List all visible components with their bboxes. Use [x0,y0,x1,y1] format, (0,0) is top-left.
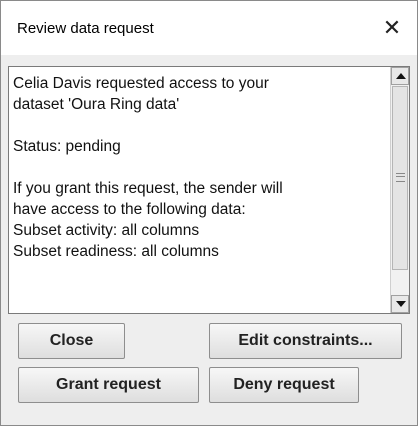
dialog-content: Celia Davis requested access to your dat… [1,55,417,425]
request-details-textarea[interactable]: Celia Davis requested access to your dat… [8,66,410,314]
grant-request-button[interactable]: Grant request [18,367,199,403]
vertical-scrollbar[interactable] [390,67,409,313]
scrollbar-grip-icon [396,173,405,182]
subset-line: Subset activity: all columns [13,222,200,239]
message-line: have access to the following data: [13,201,246,218]
dialog-title: Review data request [17,20,154,37]
status-text: Status: pending [13,138,121,155]
title-bar: Review data request ✕ [1,1,417,55]
scroll-down-arrow-icon [396,301,406,307]
scroll-up-arrow-icon [396,73,406,79]
scroll-down-button[interactable] [391,295,409,313]
edit-constraints-button[interactable]: Edit constraints... [209,323,402,359]
close-icon[interactable]: ✕ [373,11,411,45]
scroll-up-button[interactable] [391,67,409,85]
subset-line: Subset readiness: all columns [13,243,219,260]
request-details-text: Celia Davis requested access to your dat… [13,73,381,262]
deny-request-button[interactable]: Deny request [209,367,359,403]
message-line: dataset 'Oura Ring data' [13,96,180,113]
review-data-request-dialog: Review data request ✕ Celia Davis reques… [0,0,418,426]
scrollbar-thumb[interactable] [392,86,408,270]
message-line: If you grant this request, the sender wi… [13,180,283,197]
close-button[interactable]: Close [18,323,125,359]
message-line: Celia Davis requested access to your [13,75,269,92]
